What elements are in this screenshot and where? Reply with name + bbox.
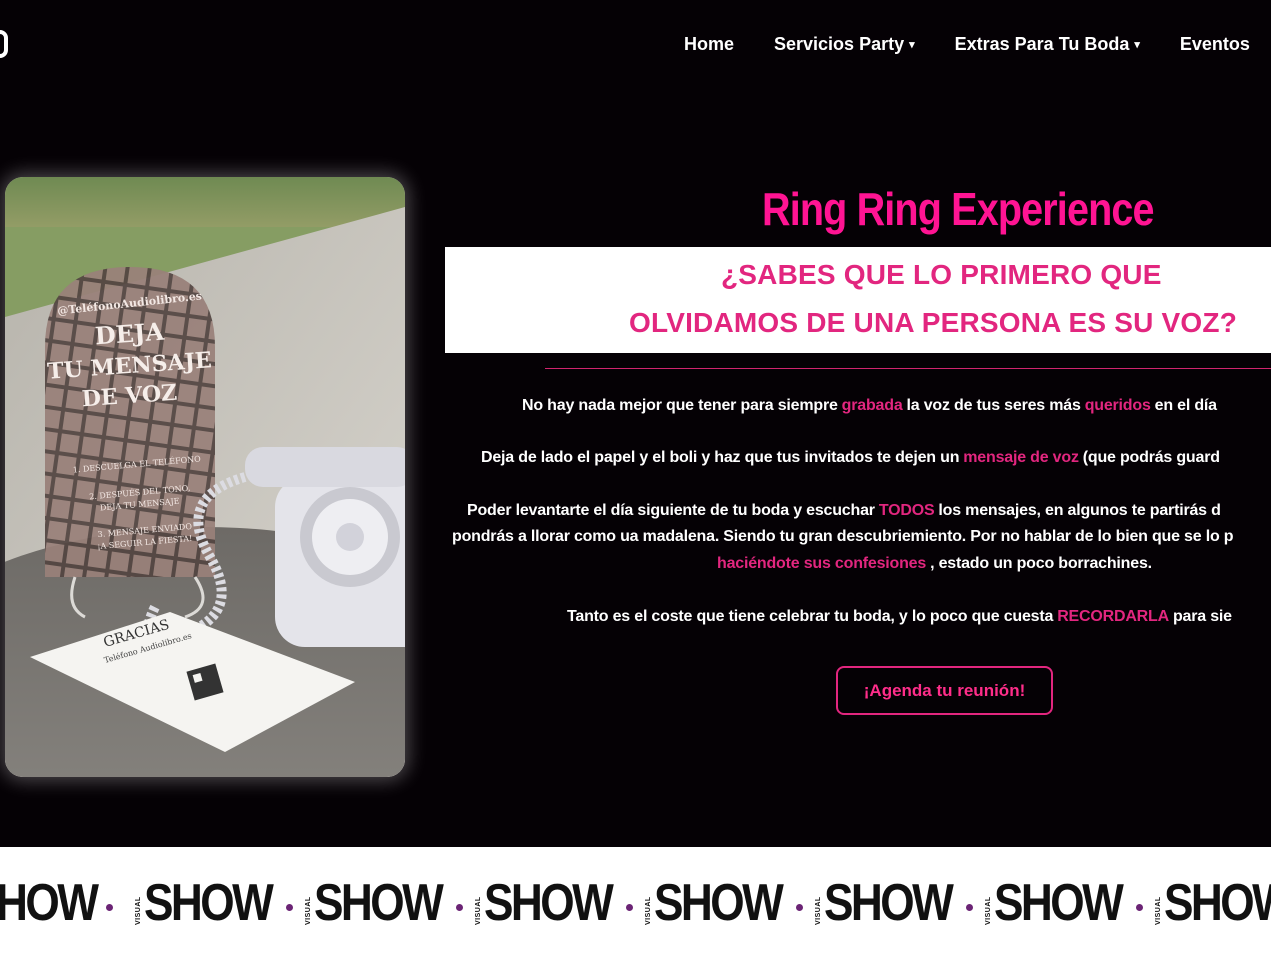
schedule-meeting-button[interactable]: ¡Agenda tu reunión! — [836, 666, 1053, 715]
visual-show-logo: VISUALSHOW — [305, 877, 463, 929]
paragraph-3-line-1: Poder levantarte el día siguiente de tu … — [467, 502, 1221, 519]
page-title: Ring Ring Experience — [762, 183, 1155, 235]
paragraph-4: Tanto es el coste que tiene celebrar tu … — [567, 608, 1232, 625]
visual-show-logo: VISUALSHOW — [135, 877, 293, 929]
paragraph-1: No hay nada mejor que tener para siempre… — [522, 397, 1217, 414]
chevron-down-icon: ▾ — [909, 39, 915, 51]
main-nav: Home Servicios Party ▾ Extras Para Tu Bod… — [684, 34, 1271, 55]
sign-title-1: DEJA — [94, 317, 165, 351]
chevron-down-icon: ▾ — [1134, 39, 1140, 51]
question-line-2: OLVIDAMOS DE UNA PERSONA ES SU VOZ? — [629, 307, 1238, 338]
visual-show-logo: VISUALSHOW — [645, 877, 803, 929]
visual-show-logo: VISUALSHOW — [815, 877, 973, 929]
nav-home[interactable]: Home — [684, 34, 734, 55]
visual-show-logo: HOW — [0, 877, 114, 929]
site-logo[interactable] — [0, 30, 8, 58]
paragraph-3-line-2: pondrás a llorar como ua madalena. Siend… — [452, 528, 1234, 545]
nav-eventos[interactable]: Eventos — [1180, 34, 1250, 55]
question-banner: ¿SABES QUE LO PRIMERO QUE OLVIDAMOS DE U… — [445, 247, 1271, 353]
nav-extras-boda[interactable]: Extras Para Tu Boda ▾ — [955, 34, 1140, 55]
visual-show-logo: VISUALSHOW — [475, 877, 633, 929]
paragraph-2: Deja de lado el papel y el boli y haz qu… — [481, 449, 1220, 466]
nav-servicios-party[interactable]: Servicios Party ▾ — [774, 34, 915, 55]
partner-logo-strip: HOW VISUAL SHOW VISUAL SHOW VISUAL SHOW VIS… — [0, 847, 1271, 953]
paragraph-3-line-3: haciéndote sus confesiones, estado un po… — [717, 555, 1152, 572]
visual-show-logo: VISUALSHOW — [1155, 874, 1271, 932]
hero-photo: @TeléfonoAudiolibro.es DEJA TU MENSAJE D… — [5, 177, 405, 777]
divider — [545, 368, 1271, 369]
visual-show-logo: VISUALSHOW — [985, 877, 1143, 929]
question-line-1: ¿SABES QUE LO PRIMERO QUE — [721, 259, 1162, 290]
